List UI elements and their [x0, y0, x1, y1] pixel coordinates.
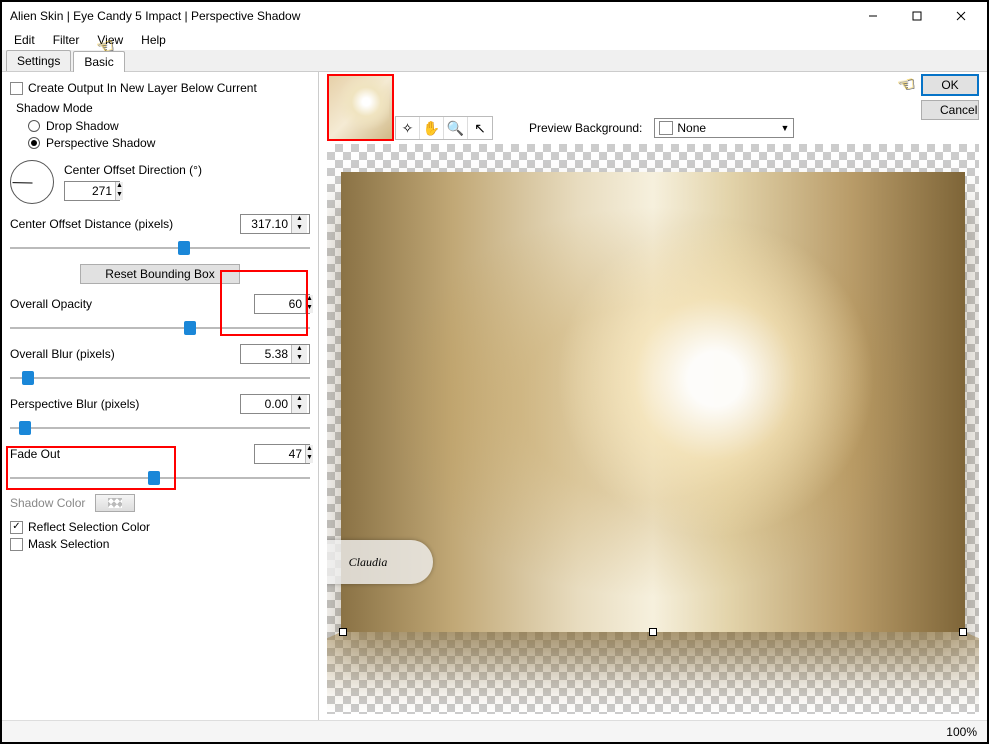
zoom-level: 100% — [946, 725, 977, 739]
spinner[interactable]: ▲▼ — [115, 182, 123, 200]
fade-out-label: Fade Out — [10, 447, 254, 461]
direction-dial[interactable] — [10, 160, 54, 204]
fade-out-input[interactable] — [255, 445, 305, 463]
menu-help[interactable]: Help — [133, 31, 174, 49]
preset-thumbnail[interactable] — [327, 74, 394, 141]
minimize-button[interactable] — [851, 3, 895, 29]
preview-background-select[interactable]: None ▼ — [654, 118, 794, 138]
perspective-shadow-radio[interactable] — [28, 137, 40, 149]
create-output-checkbox[interactable] — [10, 82, 23, 95]
menu-filter[interactable]: Filter — [45, 31, 88, 49]
menubar: Edit Filter View Help — [2, 30, 987, 50]
spinner[interactable]: ▲▼ — [305, 445, 313, 463]
drop-shadow-label: Drop Shadow — [46, 119, 119, 133]
perspective-shadow-label: Perspective Shadow — [46, 136, 155, 150]
preview-toolbar: ✧ ✋ 🔍 ↖ Preview Background: None ▼ — [395, 116, 794, 140]
window-title: Alien Skin | Eye Candy 5 Impact | Perspe… — [6, 9, 851, 23]
overall-opacity-input[interactable] — [255, 295, 305, 313]
shadow-mode-label: Shadow Mode — [16, 101, 310, 115]
preview-image — [341, 172, 965, 632]
transparency-swatch-icon — [659, 121, 673, 135]
shadow-color-swatch[interactable] — [95, 494, 135, 512]
overall-opacity-slider[interactable] — [10, 320, 310, 336]
center-offset-distance-slider[interactable] — [10, 240, 310, 256]
overall-blur-input[interactable] — [241, 345, 291, 363]
status-bar: 100% — [2, 720, 987, 742]
center-offset-distance-label: Center Offset Distance (pixels) — [10, 217, 240, 231]
titlebar: Alien Skin | Eye Candy 5 Impact | Perspe… — [2, 2, 987, 30]
tab-row: Settings Basic — [2, 50, 987, 72]
reflect-selection-label: Reflect Selection Color — [28, 520, 150, 534]
overall-blur-slider[interactable] — [10, 370, 310, 386]
perspective-blur-label: Perspective Blur (pixels) — [10, 397, 240, 411]
preview-background-value: None — [677, 121, 706, 135]
spinner[interactable]: ▲▼ — [291, 215, 307, 233]
mask-selection-checkbox[interactable] — [10, 538, 23, 551]
create-output-label: Create Output In New Layer Below Current — [28, 81, 257, 95]
overall-blur-label: Overall Blur (pixels) — [10, 347, 240, 361]
perspective-blur-slider[interactable] — [10, 420, 310, 436]
fade-out-slider[interactable] — [10, 470, 310, 486]
center-offset-direction-label: Center Offset Direction (°) — [64, 163, 202, 177]
mask-selection-label: Mask Selection — [28, 537, 109, 551]
selection-handle[interactable] — [339, 628, 347, 636]
reflect-selection-checkbox[interactable] — [10, 521, 23, 534]
right-panel: OK Cancel ☞ ✧ ✋ 🔍 ↖ Preview Background: … — [318, 72, 987, 720]
spinner[interactable]: ▲▼ — [305, 295, 313, 313]
shadow-color-label: Shadow Color — [10, 496, 85, 510]
shadow-reflection — [327, 632, 979, 714]
preview-area[interactable]: Claudia — [327, 144, 979, 714]
center-offset-distance-input[interactable] — [241, 215, 291, 233]
chevron-down-icon: ▼ — [780, 123, 789, 133]
pointer-icon: ☞ — [895, 71, 917, 99]
window-buttons — [851, 3, 983, 29]
tab-basic[interactable]: Basic — [73, 51, 124, 72]
spinner[interactable]: ▲▼ — [291, 345, 307, 363]
preview-background-label: Preview Background: — [529, 121, 642, 135]
maximize-button[interactable] — [895, 3, 939, 29]
hand-icon[interactable]: ✋ — [420, 117, 444, 139]
cancel-button[interactable]: Cancel — [921, 100, 979, 120]
close-button[interactable] — [939, 3, 983, 29]
perspective-blur-input[interactable] — [241, 395, 291, 413]
pointer-tool-icon[interactable]: ↖ — [468, 117, 492, 139]
spinner[interactable]: ▲▼ — [291, 395, 307, 413]
selection-handle[interactable] — [649, 628, 657, 636]
menu-edit[interactable]: Edit — [6, 31, 43, 49]
reset-bounding-box-button[interactable]: Reset Bounding Box — [80, 264, 240, 284]
tab-settings[interactable]: Settings — [6, 50, 71, 71]
watermark: Claudia — [327, 540, 433, 584]
center-offset-direction-input[interactable] — [65, 182, 115, 200]
drop-shadow-radio[interactable] — [28, 120, 40, 132]
overall-opacity-label: Overall Opacity — [10, 297, 254, 311]
selection-handle[interactable] — [959, 628, 967, 636]
ok-button[interactable]: OK — [921, 74, 979, 96]
magic-wand-icon[interactable]: ✧ — [396, 117, 420, 139]
left-panel: Create Output In New Layer Below Current… — [2, 72, 318, 720]
zoom-icon[interactable]: 🔍 — [444, 117, 468, 139]
